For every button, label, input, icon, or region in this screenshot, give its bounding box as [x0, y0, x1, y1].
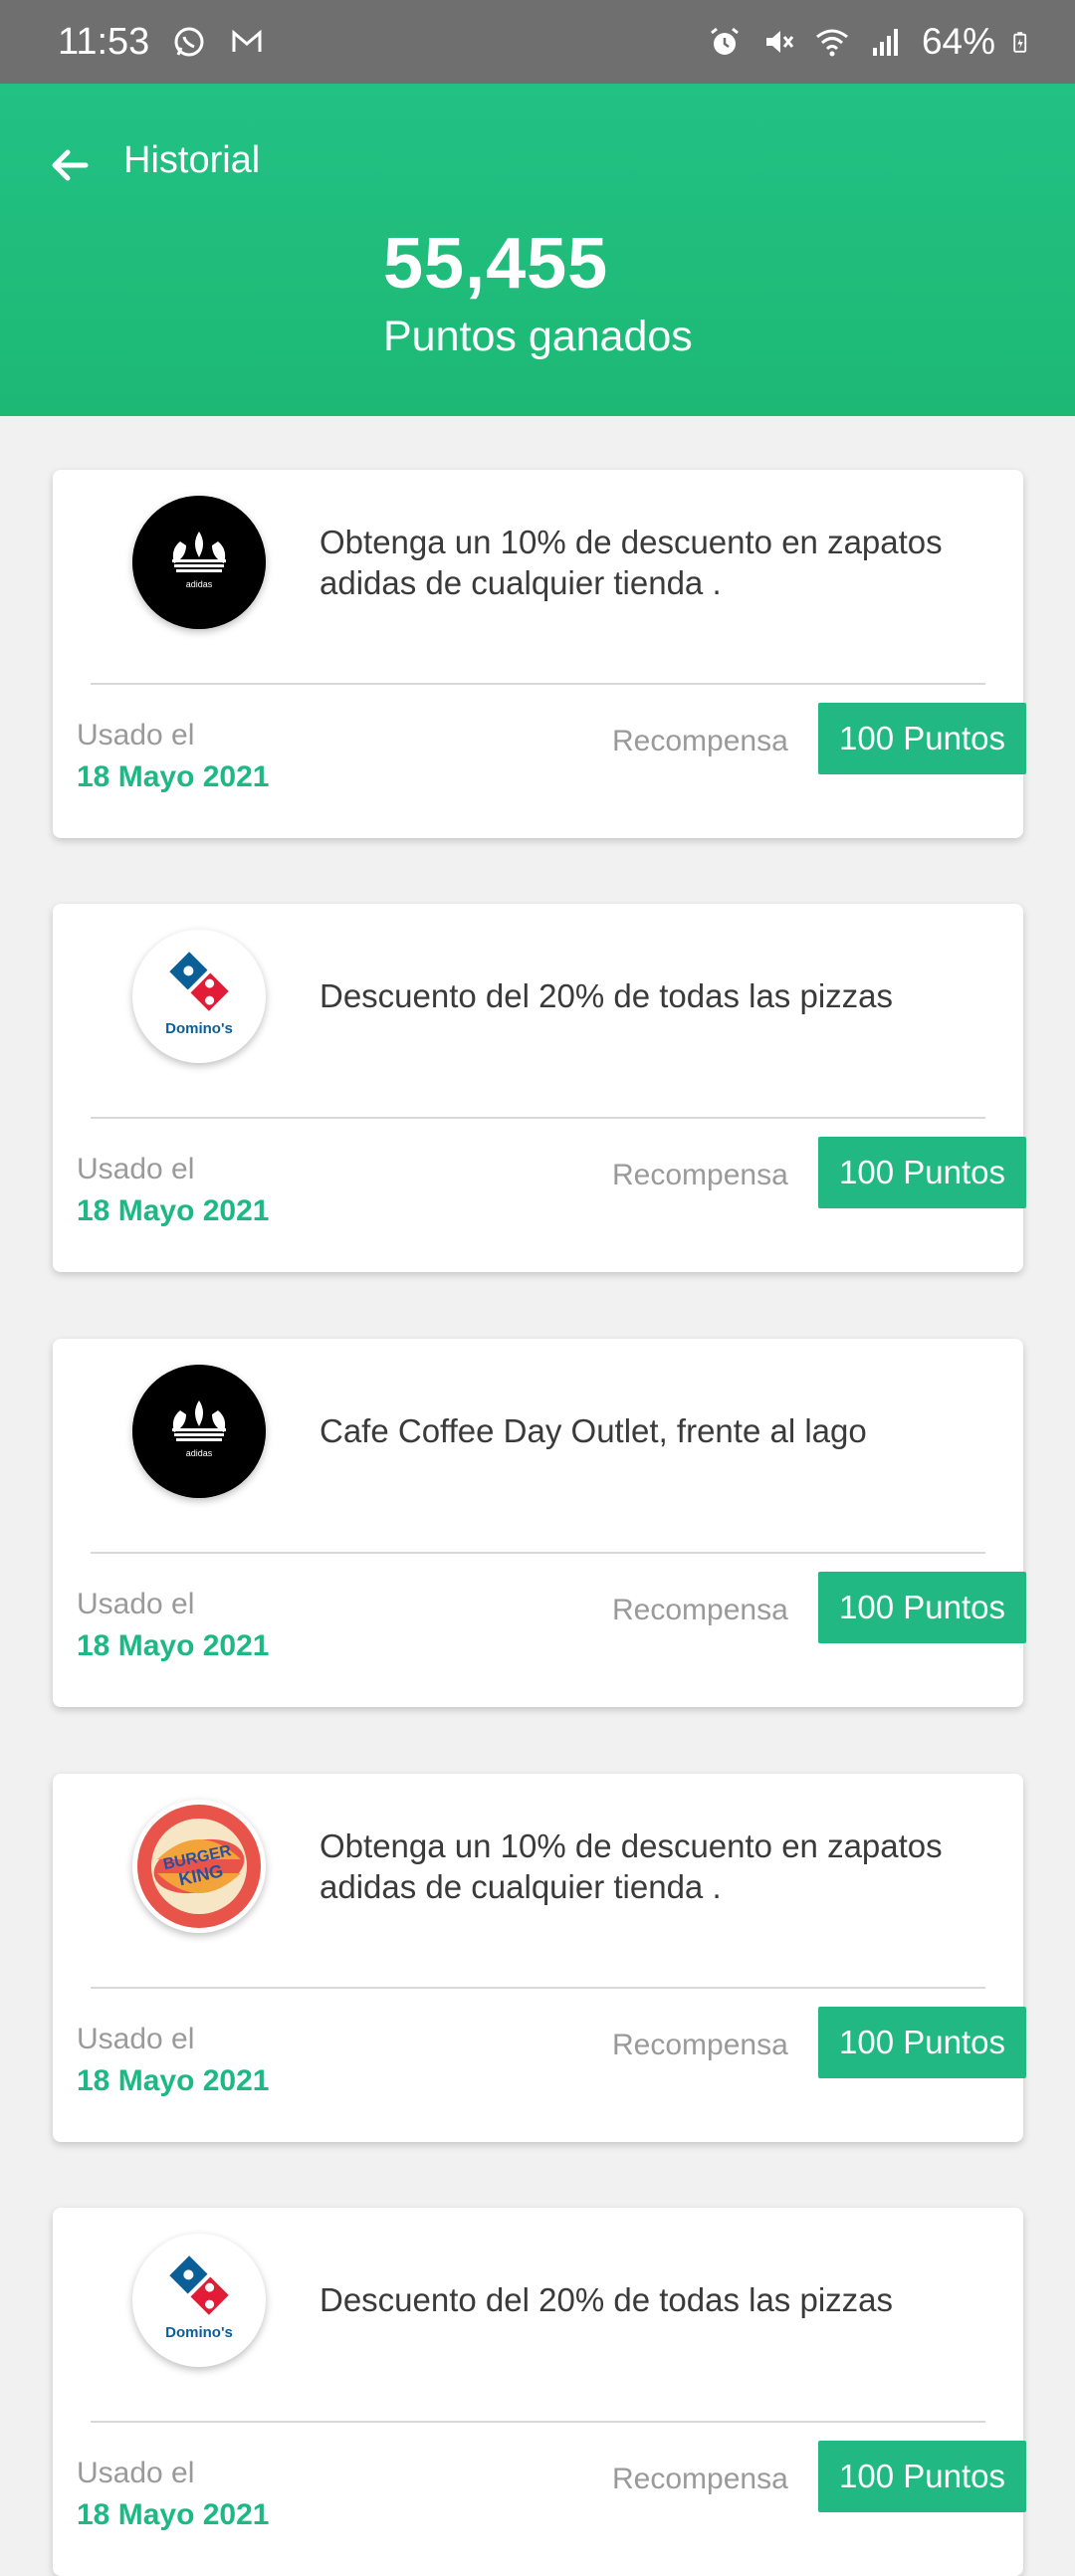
history-card[interactable]: adidas Obtenga un 10% de descuento en za… [53, 470, 1026, 838]
gmail-icon [232, 29, 262, 52]
adidas-logo-icon: adidas [132, 496, 266, 629]
history-card[interactable]: Domino's Descuento del 20% de todas las … [53, 2208, 1026, 2576]
battery-icon [1013, 32, 1027, 53]
reward-label: Recompensa [612, 2463, 788, 2495]
reward-label: Recompensa [612, 725, 788, 757]
used-date: 18 Mayo 2021 [77, 1629, 270, 1662]
points-total: 55,455 [383, 224, 609, 304]
alarm-icon [711, 27, 739, 55]
points-header: Historial 55,455 Puntos ganados [0, 84, 1075, 416]
card-description: Cafe Coffee Day Outlet, frente al lago [320, 1412, 867, 1449]
dominos-logo-icon: Domino's [132, 930, 266, 1063]
svg-text:adidas: adidas [186, 1448, 213, 1458]
points-label: Puntos ganados [383, 313, 693, 360]
wifi-icon [816, 29, 848, 57]
status-bar: 11:53 64% [0, 0, 1075, 84]
history-card[interactable]: BURGER KING Obtenga un 10% de descuento … [53, 1774, 1026, 2142]
signal-icon [872, 29, 898, 56]
reward-points-badge[interactable]: 100 Puntos [818, 1137, 1026, 1208]
card-divider [91, 2421, 985, 2423]
reward-points-badge[interactable]: 100 Puntos [818, 2007, 1026, 2078]
used-date: 18 Mayo 2021 [77, 2064, 270, 2097]
card-divider [91, 1552, 985, 1554]
used-date: 18 Mayo 2021 [77, 760, 270, 793]
status-bar-right: 64% [707, 21, 1035, 63]
svg-text:Domino's: Domino's [165, 1020, 233, 1037]
history-card[interactable]: Domino's Descuento del 20% de todas las … [53, 904, 1026, 1272]
card-divider [91, 1987, 985, 1989]
used-date: 18 Mayo 2021 [77, 2498, 270, 2531]
reward-points-badge[interactable]: 100 Puntos [818, 1572, 1026, 1643]
card-description: Descuento del 20% de todas las pizzas [320, 2281, 894, 2318]
history-card[interactable]: adidas Cafe Coffee Day Outlet, frente al… [53, 1339, 1026, 1707]
card-description: Obtenga un 10% de descuento en zapatos a… [320, 524, 943, 601]
card-divider [91, 1117, 985, 1119]
card-description: Descuento del 20% de todas las pizzas [320, 977, 894, 1014]
used-label: Usado el [77, 2457, 195, 2489]
used-date: 18 Mayo 2021 [77, 1194, 270, 1227]
whatsapp-icon [174, 27, 204, 57]
reward-label: Recompensa [612, 1159, 788, 1191]
used-label: Usado el [77, 1588, 195, 1620]
reward-label: Recompensa [612, 2029, 788, 2061]
used-label: Usado el [77, 2023, 195, 2055]
reward-label: Recompensa [612, 1594, 788, 1626]
status-time: 11:53 [58, 20, 150, 63]
svg-text:adidas: adidas [186, 579, 213, 589]
battery-percentage: 64% [921, 21, 995, 62]
used-label: Usado el [77, 1153, 195, 1185]
card-description: Obtenga un 10% de descuento en zapatos a… [320, 1827, 943, 1905]
svg-text:Domino's: Domino's [165, 2324, 233, 2341]
dominos-logo-icon: Domino's [132, 2234, 266, 2367]
reward-points-badge[interactable]: 100 Puntos [818, 703, 1026, 774]
mute-icon [765, 31, 794, 53]
used-label: Usado el [77, 719, 195, 751]
burger-king-logo-icon: BURGER KING [132, 1800, 266, 1933]
back-arrow-icon[interactable] [46, 141, 94, 189]
card-divider [91, 683, 985, 685]
page-title: Historial [123, 139, 261, 181]
adidas-logo-icon: adidas [132, 1365, 266, 1498]
status-bar-left: 11:53 [58, 21, 265, 64]
reward-points-badge[interactable]: 100 Puntos [818, 2441, 1026, 2512]
